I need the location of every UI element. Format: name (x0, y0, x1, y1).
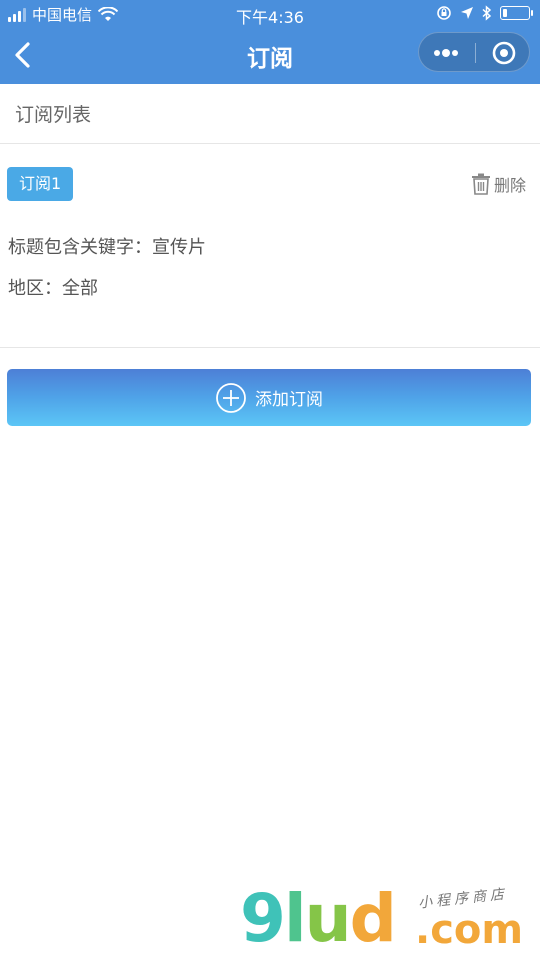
delete-button[interactable]: 删除 (471, 172, 526, 196)
bluetooth-icon (482, 5, 492, 21)
target-circle-icon (492, 41, 516, 65)
subscription-tag[interactable]: 订阅1 (7, 167, 74, 201)
rotation-lock-icon (437, 6, 451, 20)
close-miniprogram-button[interactable] (476, 33, 531, 73)
more-dots-icon (434, 49, 458, 57)
battery-level (503, 9, 507, 17)
list-header: 订阅列表 (0, 84, 540, 144)
keyword-condition: 标题包含关键字：宣传片 (8, 237, 206, 258)
watermark-brand: 9lud (240, 880, 397, 957)
delete-label: 删除 (493, 176, 526, 195)
trash-icon (471, 173, 490, 195)
watermark-domain: .com (415, 907, 524, 953)
capsule-menu (418, 32, 530, 72)
add-subscription-button[interactable]: 添加订阅 (7, 369, 531, 426)
region-condition: 地区：全部 (8, 278, 98, 299)
status-right (436, 5, 533, 21)
more-button[interactable] (419, 33, 475, 73)
location-arrow-icon (461, 7, 473, 19)
battery-icon (500, 6, 533, 20)
watermark-logo: 9lud .com 小程序商店 (240, 880, 540, 960)
add-subscription-label: 添加订阅 (255, 390, 323, 410)
status-bar: 中国电信 下午4:36 (0, 0, 540, 28)
subscription-card: 订阅1 删除 标题包含关键字：宣传片 地区：全部 (0, 144, 540, 348)
plus-circle-icon (216, 382, 246, 413)
nav-bar: 订阅 (0, 28, 540, 84)
list-header-label: 订阅列表 (15, 104, 92, 126)
